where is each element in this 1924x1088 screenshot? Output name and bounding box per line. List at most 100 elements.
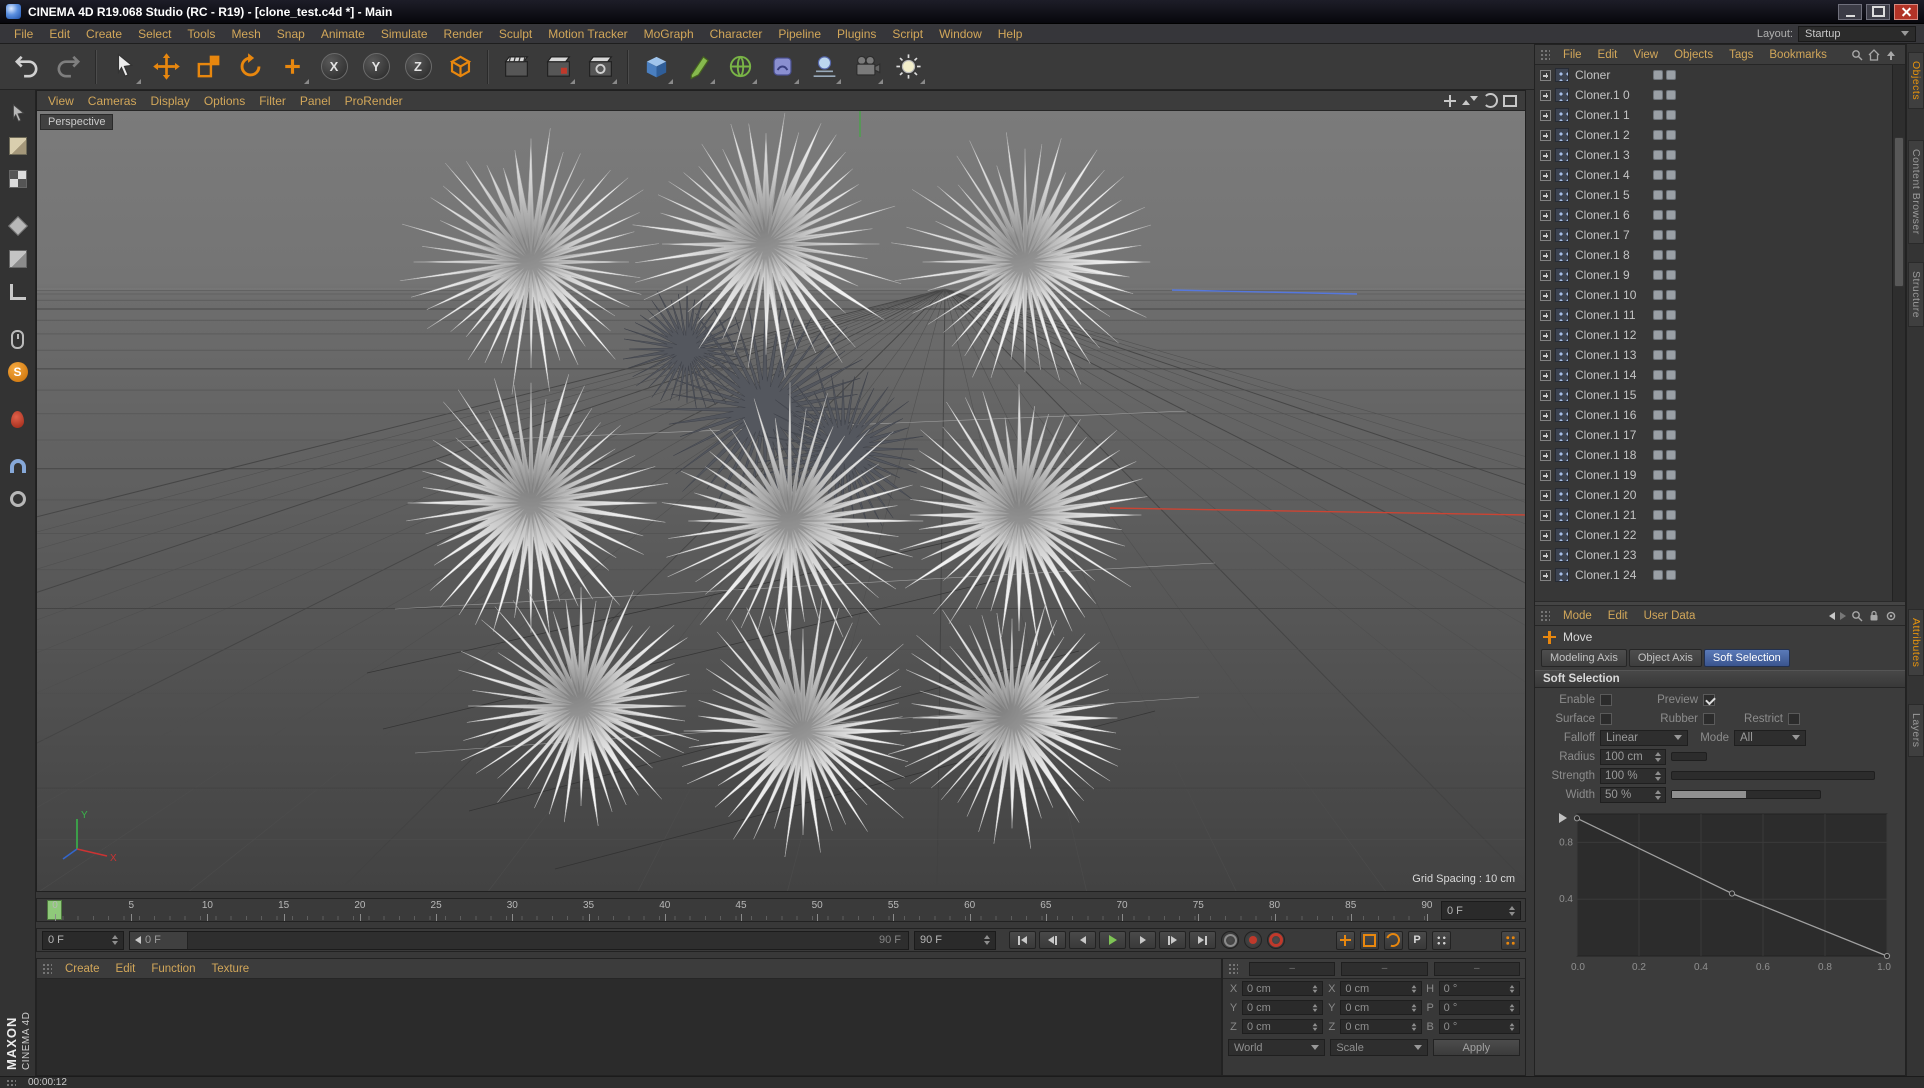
expand-icon[interactable]	[1540, 190, 1551, 201]
menu-item[interactable]: Animate	[313, 25, 373, 43]
expand-icon[interactable]	[1540, 90, 1551, 101]
render-visibility-toggle[interactable]	[1666, 150, 1676, 160]
expand-icon[interactable]	[1540, 510, 1551, 521]
up-level-icon[interactable]	[1885, 49, 1897, 61]
object-name[interactable]: Cloner.1 16	[1573, 408, 1636, 422]
lock-y-axis-button[interactable]: Y	[356, 47, 396, 87]
editor-visibility-toggle[interactable]	[1653, 450, 1663, 460]
side-tab-attributes[interactable]: Attributes	[1908, 609, 1924, 676]
object-manager-menu-item[interactable]: Edit	[1590, 47, 1626, 63]
object-name[interactable]: Cloner.1 22	[1573, 528, 1636, 542]
end-frame-field[interactable]: 90 F	[914, 931, 996, 950]
editor-visibility-toggle[interactable]	[1653, 470, 1663, 480]
render-settings-button[interactable]	[580, 47, 620, 87]
surface-checkbox[interactable]	[1600, 713, 1612, 725]
record-scale-toggle[interactable]	[1360, 931, 1379, 950]
render-visibility-toggle[interactable]	[1666, 190, 1676, 200]
object-row[interactable]: Cloner.1 16	[1535, 405, 1892, 425]
search-icon[interactable]	[1851, 49, 1863, 61]
expand-icon[interactable]	[1540, 390, 1551, 401]
menu-item[interactable]: Tools	[179, 25, 223, 43]
object-row[interactable]: Cloner.1 22	[1535, 525, 1892, 545]
subdivision-surface-button[interactable]	[720, 47, 760, 87]
stepper-icon[interactable]	[1509, 903, 1515, 919]
object-row[interactable]: Cloner.1 23	[1535, 545, 1892, 565]
object-name[interactable]: Cloner.1 21	[1573, 508, 1636, 522]
object-row[interactable]: Cloner.1 0	[1535, 85, 1892, 105]
expand-icon[interactable]	[1540, 530, 1551, 541]
panel-grip[interactable]	[1228, 963, 1238, 975]
rotation-b-field[interactable]: 0 °	[1439, 1019, 1520, 1034]
record-rotation-toggle[interactable]	[1384, 931, 1403, 950]
expand-icon[interactable]	[1540, 230, 1551, 241]
object-name[interactable]: Cloner.1 13	[1573, 348, 1636, 362]
editor-visibility-toggle[interactable]	[1653, 250, 1663, 260]
render-visibility-toggle[interactable]	[1666, 310, 1676, 320]
render-visibility-toggle[interactable]	[1666, 370, 1676, 380]
menu-item[interactable]: Script	[884, 25, 931, 43]
render-visibility-toggle[interactable]	[1666, 90, 1676, 100]
render-visibility-toggle[interactable]	[1666, 330, 1676, 340]
object-name[interactable]: Cloner.1 1	[1573, 108, 1630, 122]
editor-visibility-toggle[interactable]	[1653, 170, 1663, 180]
object-row[interactable]: Cloner.1 7	[1535, 225, 1892, 245]
tab-soft-selection[interactable]: Soft Selection	[1704, 649, 1790, 667]
object-name[interactable]: Cloner.1 6	[1573, 208, 1630, 222]
object-manager-menu-item[interactable]: Objects	[1666, 47, 1721, 63]
material-menu-item[interactable]: Create	[57, 961, 108, 977]
layout-select[interactable]: Startup	[1798, 26, 1916, 42]
position-z-field[interactable]: 0 cm	[1242, 1019, 1323, 1034]
orbit-view-icon[interactable]	[1482, 93, 1498, 109]
next-frame-button[interactable]	[1129, 931, 1156, 949]
editor-visibility-toggle[interactable]	[1653, 230, 1663, 240]
lock-z-axis-button[interactable]: Z	[398, 47, 438, 87]
material-menu-item[interactable]: Texture	[203, 961, 257, 977]
play-button[interactable]	[1099, 931, 1126, 949]
object-name[interactable]: Cloner.1 8	[1573, 248, 1630, 262]
menu-item[interactable]: Select	[130, 25, 179, 43]
restrict-checkbox[interactable]	[1788, 713, 1800, 725]
object-row[interactable]: Cloner.1 13	[1535, 345, 1892, 365]
size-x-field[interactable]: 0 cm	[1340, 981, 1421, 996]
editor-visibility-toggle[interactable]	[1653, 570, 1663, 580]
object-name[interactable]: Cloner.1 12	[1573, 328, 1636, 342]
menu-item[interactable]: Motion Tracker	[540, 25, 635, 43]
object-row[interactable]: Cloner.1 11	[1535, 305, 1892, 325]
object-row[interactable]: Cloner.1 21	[1535, 505, 1892, 525]
expand-icon[interactable]	[1540, 110, 1551, 121]
object-name[interactable]: Cloner.1 9	[1573, 268, 1630, 282]
object-name[interactable]: Cloner.1 0	[1573, 88, 1630, 102]
position-x-field[interactable]: 0 cm	[1242, 981, 1323, 996]
expand-icon[interactable]	[1540, 130, 1551, 141]
object-row[interactable]: Cloner.1 19	[1535, 465, 1892, 485]
object-name[interactable]: Cloner.1 18	[1573, 448, 1636, 462]
render-visibility-toggle[interactable]	[1666, 270, 1676, 280]
editor-visibility-toggle[interactable]	[1653, 90, 1663, 100]
workplane-lock-button[interactable]	[3, 484, 33, 514]
close-button[interactable]	[1894, 4, 1918, 20]
undo-button[interactable]	[6, 47, 46, 87]
editor-visibility-toggle[interactable]	[1653, 350, 1663, 360]
object-name[interactable]: Cloner.1 20	[1573, 488, 1636, 502]
expand-icon[interactable]	[1540, 290, 1551, 301]
record-active-objects-button[interactable]	[1244, 931, 1262, 949]
expand-icon[interactable]	[1540, 210, 1551, 221]
object-row[interactable]: Cloner.1 8	[1535, 245, 1892, 265]
object-row[interactable]: Cloner.1 1	[1535, 105, 1892, 125]
falloff-curve-editor[interactable]: 0.00.20.40.60.81.00.80.4	[1555, 810, 1895, 986]
add-spline-pen-button[interactable]	[678, 47, 718, 87]
editor-visibility-toggle[interactable]	[1653, 290, 1663, 300]
move-tool[interactable]	[146, 47, 186, 87]
previous-key-button[interactable]	[1039, 931, 1066, 949]
object-name[interactable]: Cloner.1 2	[1573, 128, 1630, 142]
object-manager-menu-item[interactable]: Bookmarks	[1761, 47, 1835, 63]
render-visibility-toggle[interactable]	[1666, 210, 1676, 220]
scrollbar-thumb[interactable]	[1894, 137, 1904, 287]
size-mode-select[interactable]: Scale	[1330, 1039, 1427, 1056]
goto-end-button[interactable]	[1189, 931, 1216, 949]
editor-visibility-toggle[interactable]	[1653, 70, 1663, 80]
position-y-field[interactable]: 0 cm	[1242, 1000, 1323, 1015]
editor-visibility-toggle[interactable]	[1653, 150, 1663, 160]
object-mode-button[interactable]	[3, 244, 33, 274]
panel-grip[interactable]	[1540, 610, 1550, 622]
